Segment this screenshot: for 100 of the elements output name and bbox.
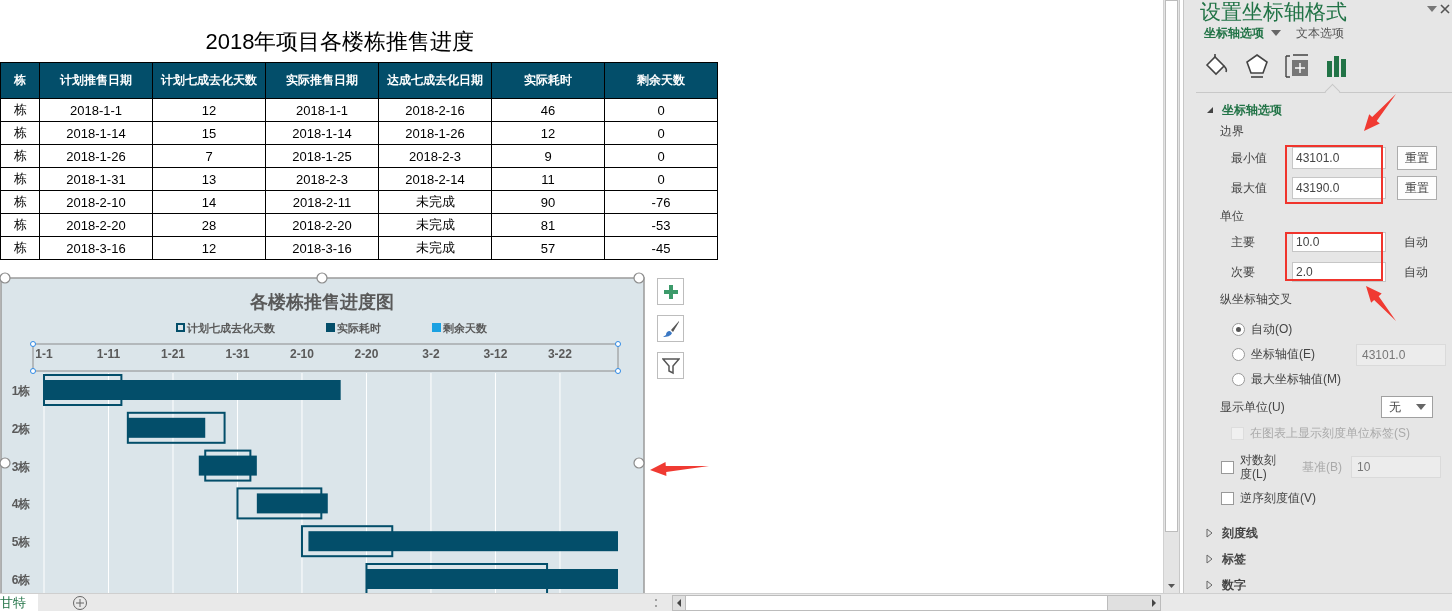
dropdown-icon[interactable] [1426, 4, 1438, 14]
table-cell: 57 [491, 236, 605, 260]
table-cell: -45 [604, 236, 718, 260]
table-cell: 栋 [0, 144, 40, 168]
caret-icon[interactable] [1270, 29, 1282, 37]
table-cell: 2018-2-10 [39, 190, 153, 214]
axis-value-field[interactable]: 43101.0 [1356, 343, 1446, 366]
size-properties-icon[interactable] [1283, 53, 1310, 79]
table-cell: 2018-3-16 [39, 236, 153, 260]
table-cell: 12 [491, 121, 605, 145]
table-cell: 2018-2-20 [265, 213, 379, 237]
section-title[interactable]: 刻度线 [1222, 524, 1258, 542]
chart-style-button[interactable] [657, 315, 684, 342]
selection-handle[interactable] [30, 341, 36, 347]
field-label: 显示单位(U) [1220, 399, 1285, 416]
radio-button[interactable] [1232, 373, 1245, 386]
section-title[interactable]: 数字 [1222, 576, 1246, 594]
field-label: 主要 [1231, 233, 1256, 251]
table-cell: 2018-2-16 [378, 98, 492, 122]
selection-handle[interactable] [615, 368, 621, 374]
category-label: 3栋 [11, 459, 31, 474]
plus-icon [662, 283, 679, 300]
group-label: 纵坐标轴交叉 [1219, 291, 1292, 308]
axis-tick-label: 2-10 [289, 347, 314, 361]
selection-handle[interactable] [30, 368, 36, 374]
radio-label[interactable]: 自动(O) [1251, 321, 1356, 338]
legend-label: 剩余天数 [443, 322, 487, 334]
axis-tick-label: 3-22 [547, 347, 572, 361]
legend-label: 实际耗时 [337, 322, 381, 334]
table-cell: 46 [491, 98, 605, 122]
radio-button[interactable] [1232, 348, 1245, 361]
table-cell: 2018-1-1 [265, 98, 379, 122]
radio-button[interactable] [1232, 323, 1245, 336]
axis-tick-label: 1-21 [160, 347, 185, 361]
base-field[interactable]: 10 [1351, 456, 1441, 478]
pentagon-icon[interactable] [1243, 53, 1270, 79]
checkbox-label[interactable]: 逆序刻度值(V) [1240, 489, 1316, 507]
table-cell: 栋 [0, 190, 40, 214]
panel-tab[interactable]: 文本选项 [1296, 24, 1344, 42]
number-field[interactable]: 43190.0 [1292, 177, 1386, 199]
caret-icon [1416, 404, 1426, 410]
checkbox-label[interactable]: 对数刻度(L) [1240, 453, 1282, 481]
add-element-button[interactable] [657, 278, 684, 305]
table-cell: 2018-2-3 [378, 144, 492, 168]
checkbox[interactable] [1221, 491, 1234, 505]
splitter-icon[interactable] [654, 597, 658, 609]
display-unit-dropdown[interactable]: 无 [1381, 396, 1433, 418]
vertical-scrollbar[interactable] [1163, 0, 1180, 593]
selection-handle[interactable] [0, 457, 11, 469]
add-sheet-icon[interactable] [72, 595, 88, 611]
close-icon[interactable] [1440, 4, 1450, 14]
legend-label: 计划七成去化天数 [187, 322, 275, 334]
selection-handle[interactable] [615, 341, 621, 347]
auto-label: 自动 [1404, 233, 1428, 251]
table-cell: 2018-1-14 [265, 121, 379, 145]
selection-handle[interactable] [0, 272, 11, 284]
table-cell: 栋 [0, 121, 40, 145]
selection-handle[interactable] [316, 272, 328, 284]
radio-label[interactable]: 坐标轴值(E) [1251, 346, 1356, 363]
column-header: 栋 [0, 62, 40, 99]
filter-button[interactable] [657, 352, 684, 379]
selection-handle[interactable] [633, 272, 645, 284]
column-header: 计划推售日期 [39, 62, 153, 99]
expand-triangle-icon[interactable] [1206, 106, 1214, 114]
number-field[interactable]: 43101.0 [1292, 147, 1386, 169]
table-cell: 28 [152, 213, 266, 237]
expand-triangle-icon[interactable] [1206, 528, 1214, 538]
table-cell: 0 [604, 167, 718, 191]
category-label: 5栋 [11, 535, 31, 550]
table-cell: 90 [491, 190, 605, 214]
table-cell: 2018-3-16 [265, 236, 379, 260]
expand-triangle-icon[interactable] [1206, 580, 1214, 590]
radio-label[interactable]: 最大坐标轴值(M) [1251, 371, 1356, 388]
panel-tab[interactable]: 坐标轴选项 [1204, 24, 1264, 42]
expand-triangle-icon[interactable] [1206, 554, 1214, 564]
annotation-arrow [1366, 286, 1396, 321]
filter-icon [661, 356, 680, 375]
axis-tick-label: 3-12 [483, 347, 508, 361]
table-cell: 13 [152, 167, 266, 191]
axis-tick-label: 1-31 [225, 347, 250, 361]
sheet-tab[interactable]: 甘特 [0, 594, 38, 611]
column-header: 实际推售日期 [265, 62, 379, 99]
axis-tick-label: 2-20 [354, 347, 379, 361]
table-cell: 2018-1-26 [378, 121, 492, 145]
category-label: 4栋 [11, 497, 31, 512]
reset-button[interactable]: 重置 [1397, 176, 1437, 200]
checkbox[interactable] [1221, 460, 1234, 474]
table-cell: 81 [491, 213, 605, 237]
table-cell: 2018-2-14 [378, 167, 492, 191]
group-label: 边界 [1219, 123, 1244, 140]
axis-tick-label: 1-11 [96, 347, 121, 361]
axis-frame[interactable] [32, 343, 619, 372]
axis-tick-label: 3-2 [422, 347, 440, 361]
section-title[interactable]: 坐标轴选项 [1222, 101, 1282, 119]
selection-handle[interactable] [633, 457, 645, 469]
table-cell: 未完成 [378, 190, 492, 214]
field-label: 次要 [1231, 263, 1256, 281]
reset-button[interactable]: 重置 [1397, 146, 1437, 170]
section-title[interactable]: 标签 [1222, 550, 1246, 568]
horizontal-scrollbar[interactable] [672, 595, 1161, 611]
